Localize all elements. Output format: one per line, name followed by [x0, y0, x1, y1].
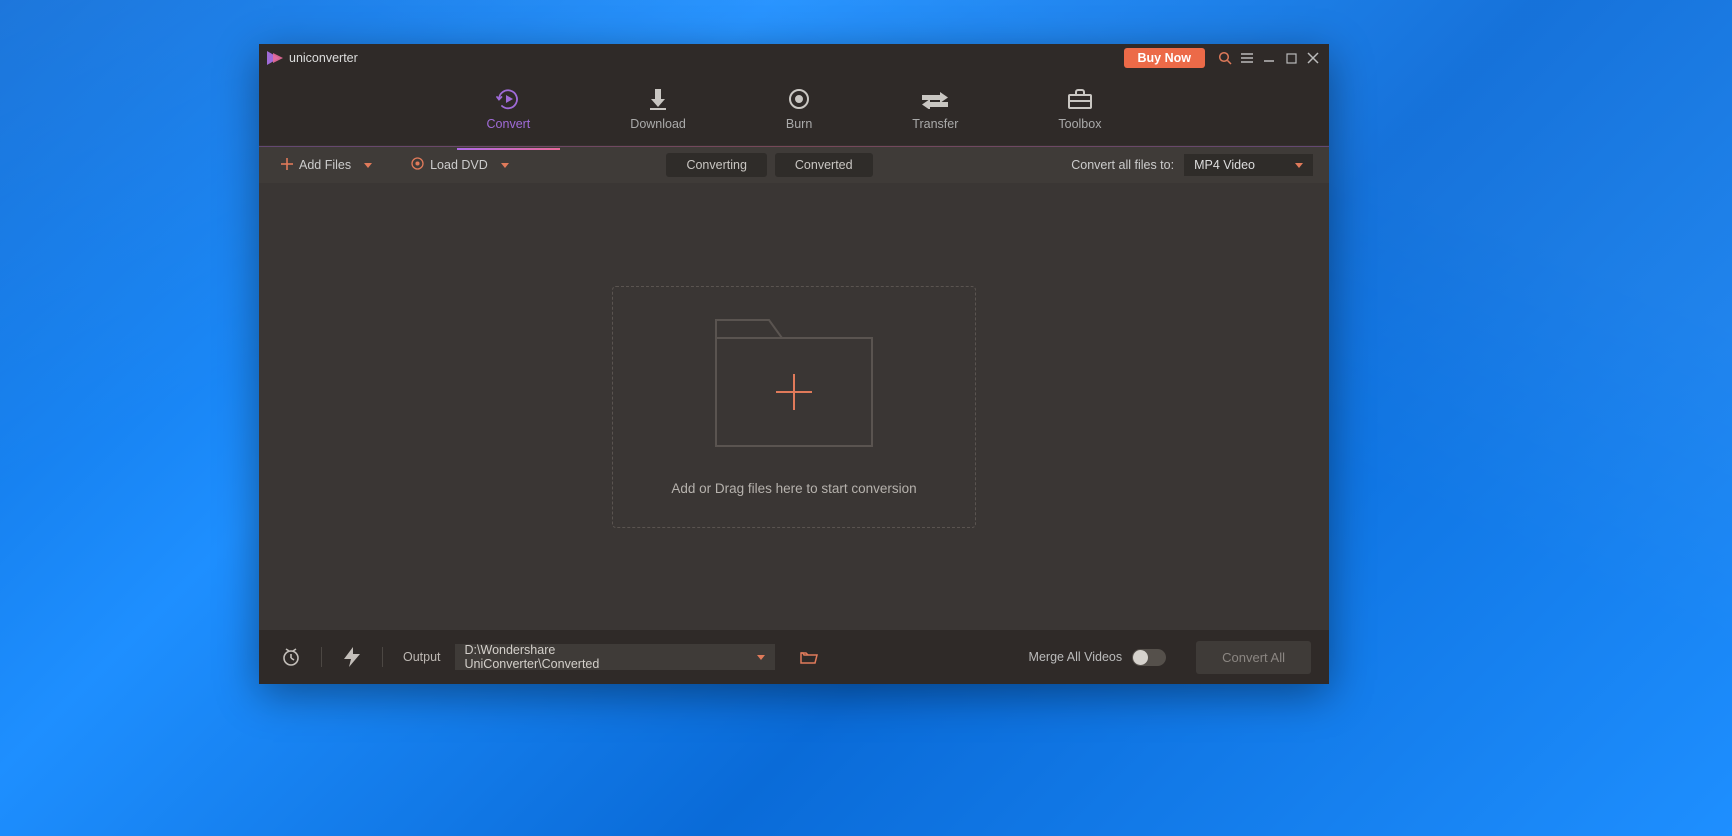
hamburger-menu-icon[interactable]	[1237, 48, 1257, 68]
add-files-dropdown[interactable]	[361, 158, 375, 172]
toolbox-icon	[1067, 87, 1093, 111]
tab-convert[interactable]: Convert	[475, 81, 543, 137]
plus-icon	[281, 158, 293, 173]
add-files-button[interactable]: Add Files	[275, 154, 357, 177]
tab-download[interactable]: Download	[618, 81, 698, 137]
nav-separator	[259, 146, 1329, 147]
main-nav: Convert Download Burn	[259, 72, 1329, 146]
minimize-button[interactable]	[1259, 48, 1279, 68]
chevron-down-icon	[501, 163, 509, 168]
maximize-button[interactable]	[1281, 48, 1301, 68]
tab-label: Burn	[786, 117, 812, 131]
dropzone-hint: Add or Drag files here to start conversi…	[671, 481, 916, 496]
convert-all-label: Convert all files to:	[1071, 158, 1174, 172]
workspace: Add or Drag files here to start conversi…	[259, 183, 1329, 630]
tab-label: Convert	[487, 117, 531, 131]
separator	[382, 647, 383, 667]
convert-all-button[interactable]: Convert All	[1196, 641, 1311, 674]
converting-tab[interactable]: Converting	[666, 153, 766, 177]
search-icon[interactable]	[1215, 48, 1235, 68]
burn-icon	[787, 87, 811, 111]
open-folder-button[interactable]	[795, 643, 823, 671]
convert-target-row: Convert all files to: MP4 Video	[1071, 154, 1313, 176]
load-dvd-dropdown[interactable]	[498, 158, 512, 172]
target-format-value: MP4 Video	[1194, 158, 1255, 172]
disc-icon	[411, 157, 424, 173]
load-dvd-label: Load DVD	[430, 158, 488, 172]
tab-label: Toolbox	[1058, 117, 1101, 131]
gpu-accel-button[interactable]	[338, 643, 366, 671]
app-name: uniconverter	[289, 51, 358, 65]
chevron-down-icon	[364, 163, 372, 168]
merge-toggle[interactable]	[1132, 649, 1166, 666]
toggle-knob	[1133, 650, 1148, 665]
merge-row: Merge All Videos	[1029, 649, 1167, 666]
output-label: Output	[403, 650, 441, 664]
dropzone[interactable]: Add or Drag files here to start conversi…	[612, 286, 976, 528]
download-icon	[647, 87, 669, 111]
output-path-value: D:\Wondershare UniConverter\Converted	[465, 643, 677, 671]
app-window: uniconverter Buy Now	[259, 44, 1329, 684]
titlebar: uniconverter Buy Now	[259, 44, 1329, 72]
filter-pills: Converting Converted	[666, 153, 872, 177]
tab-label: Transfer	[912, 117, 958, 131]
bottombar: Output D:\Wondershare UniConverter\Conve…	[259, 630, 1329, 684]
app-logo-icon	[267, 51, 283, 65]
sub-toolbar: Add Files Load DVD Converting Converted …	[259, 147, 1329, 183]
chevron-down-icon	[757, 655, 765, 660]
transfer-icon	[922, 87, 948, 111]
folder-plus-icon	[714, 318, 874, 453]
merge-label: Merge All Videos	[1029, 650, 1123, 664]
target-format-select[interactable]: MP4 Video	[1184, 154, 1313, 176]
load-dvd-button[interactable]: Load DVD	[405, 153, 494, 177]
tab-toolbox[interactable]: Toolbox	[1046, 81, 1113, 137]
tab-label: Download	[630, 117, 686, 131]
converted-tab[interactable]: Converted	[775, 153, 873, 177]
tab-transfer[interactable]: Transfer	[900, 81, 970, 137]
add-files-label: Add Files	[299, 158, 351, 172]
output-path-select[interactable]: D:\Wondershare UniConverter\Converted	[455, 644, 775, 670]
separator	[321, 647, 322, 667]
schedule-button[interactable]	[277, 643, 305, 671]
convert-icon	[495, 87, 521, 111]
buy-now-button[interactable]: Buy Now	[1124, 48, 1205, 68]
close-button[interactable]	[1303, 48, 1323, 68]
chevron-down-icon	[1295, 163, 1303, 168]
tab-burn[interactable]: Burn	[774, 81, 824, 137]
